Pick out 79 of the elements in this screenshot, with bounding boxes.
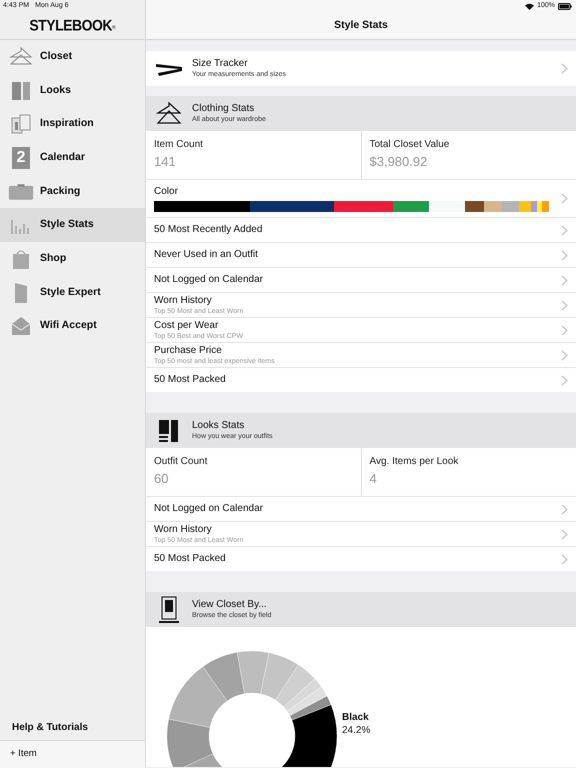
sidebar-item[interactable]: Shop (0, 242, 145, 276)
envelope-icon (9, 315, 33, 338)
stat-value: 4 (370, 470, 378, 488)
chevron-icon (561, 374, 568, 386)
chevron-icon (561, 63, 568, 74)
chart-callout-value: 24.2% (342, 724, 370, 737)
sidebar-item[interactable]: Style Expert (0, 276, 145, 310)
section-title: Size Tracker (192, 57, 249, 70)
sidebar-item[interactable]: Looks (0, 74, 145, 108)
sidebar-label: Inspiration (40, 116, 94, 132)
row-title: 50 Most Packed (154, 374, 227, 386)
donut-slice (236, 650, 270, 694)
sidebar-label: Packing (40, 184, 80, 199)
sidebar-item[interactable]: Wifi Accept (0, 310, 145, 344)
battery-icon (558, 2, 572, 10)
list-row[interactable]: 50 Most Packed (146, 546, 576, 571)
chevron-icon (561, 504, 568, 514)
chevron-icon (561, 300, 568, 310)
list-row[interactable]: Not Logged on Calendar (146, 267, 576, 292)
color-row[interactable]: Color (146, 179, 576, 217)
section-title: View Closet By... (192, 598, 268, 611)
sidebar-label: Wifi Accept (40, 318, 97, 334)
sidebar-label: Style Stats (40, 217, 94, 232)
wifi-icon (525, 2, 534, 10)
row-title: 50 Most Recently Added (154, 224, 264, 236)
stat-label: Outfit Count (154, 455, 208, 469)
hanger-icon (156, 100, 182, 126)
sidebar-item[interactable]: Closet (0, 40, 145, 74)
sidebar-label: Shop (40, 251, 66, 266)
section-title: Looks Stats (192, 419, 246, 432)
stat-value: 60 (154, 470, 170, 488)
sidebar-item[interactable]: Style Stats (0, 208, 145, 242)
list-row[interactable]: Not Logged on Calendar (146, 496, 576, 521)
chevron-icon (561, 274, 568, 286)
chevron-icon (561, 193, 568, 204)
row-title: Worn History (154, 524, 213, 536)
help-link[interactable]: Help & Tutorials (12, 720, 88, 735)
section-title: Clothing Stats (192, 102, 256, 115)
clothing-rack-icon (159, 596, 179, 624)
chart-callout-label: Black (342, 711, 370, 724)
sidebar-label: Calendar (40, 150, 85, 166)
sidebar-item[interactable]: 2 Calendar (0, 141, 145, 175)
list-row[interactable]: 50 Most Recently Added (146, 217, 576, 242)
sidebar-item[interactable]: Packing (0, 174, 145, 208)
row-title: Never Used in an Outfit (154, 249, 259, 261)
logo-text: STYLEBOOK (29, 15, 112, 36)
sidebar-label: Looks (40, 82, 71, 98)
chevron-icon (561, 224, 568, 236)
list-row[interactable]: 50 Most Packed (146, 367, 576, 392)
stat-label: Item Count (154, 138, 204, 152)
clothes-icon (157, 418, 181, 444)
row-title: 50 Most Packed (154, 553, 227, 565)
photos-icon (9, 113, 33, 136)
row-title: Cost per Wear (154, 320, 220, 332)
add-item-button[interactable]: + Item (10, 747, 37, 762)
row-title: Color (154, 185, 179, 199)
stat-label: Avg. Items per Look (370, 455, 460, 469)
page-title: Style Stats (334, 18, 388, 33)
clothes-icon (9, 80, 33, 102)
donut-slice (168, 666, 228, 728)
chevron-icon (561, 350, 568, 360)
row-title: Not Logged on Calendar (154, 274, 264, 286)
sidebar-item[interactable]: Inspiration (0, 107, 145, 142)
sidebar-label: Closet (40, 48, 72, 64)
chevron-icon (561, 528, 568, 540)
row-title: Purchase Price (154, 344, 223, 356)
calendar-icon: 2 (12, 146, 30, 169)
suitcase-icon (8, 182, 34, 201)
donut-slice (202, 652, 245, 702)
stat-value: 141 (154, 153, 177, 171)
chevron-icon (561, 554, 568, 564)
stat-value: $3,980.92 (370, 153, 428, 171)
list-row[interactable]: Never Used in an Outfit (146, 242, 576, 267)
chevron-icon (561, 250, 568, 260)
row-title: Worn History (154, 294, 213, 306)
chevron-icon (561, 324, 568, 336)
row-title: Not Logged on Calendar (154, 503, 264, 515)
sidebar-label: Style Expert (40, 284, 101, 300)
stat-label: Total Closet Value (370, 138, 450, 152)
